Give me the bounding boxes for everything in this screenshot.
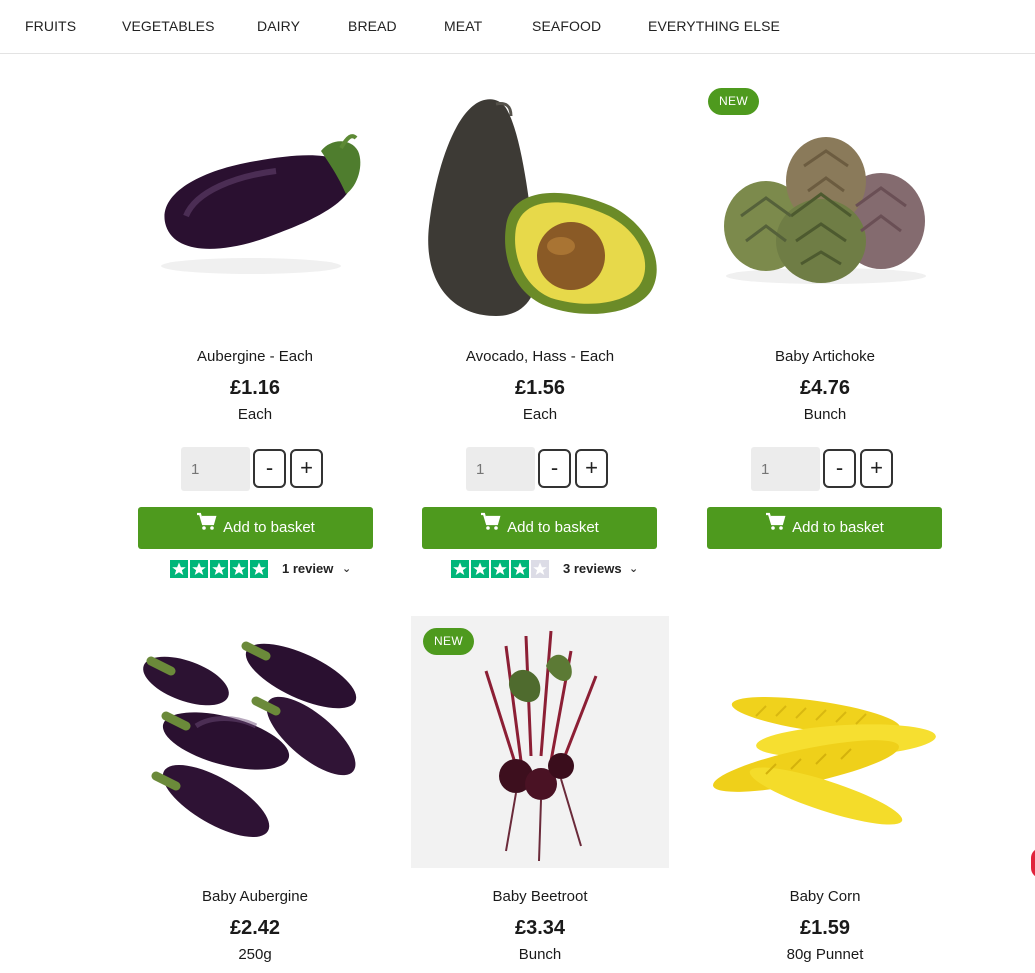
star-icon bbox=[190, 560, 208, 578]
star-icon bbox=[471, 560, 489, 578]
product-name[interactable]: Baby Beetroot bbox=[411, 888, 669, 905]
nav-item-dairy[interactable]: DAIRY bbox=[257, 18, 300, 34]
star-icon bbox=[491, 560, 509, 578]
category-nav: FRUITS VEGETABLES DAIRY BREAD MEAT SEAFO… bbox=[0, 0, 1035, 54]
product-card: NEW Baby Beetroot £3.34 Bunch bbox=[411, 616, 669, 973]
cart-icon bbox=[196, 506, 217, 548]
add-to-basket-button[interactable]: Add to basket bbox=[138, 507, 373, 549]
quantity-input[interactable] bbox=[181, 447, 250, 491]
review-summary[interactable]: 1 review ⌄ bbox=[170, 560, 370, 578]
add-to-basket-label: Add to basket bbox=[792, 519, 884, 536]
product-unit: Each bbox=[522, 406, 558, 423]
increase-quantity-button[interactable]: + bbox=[860, 449, 893, 488]
star-icon bbox=[250, 560, 268, 578]
product-unit: 250g bbox=[238, 946, 272, 963]
star-icon bbox=[511, 560, 529, 578]
quantity-input[interactable] bbox=[466, 447, 535, 491]
increase-quantity-button[interactable]: + bbox=[290, 449, 323, 488]
floating-widget-button[interactable] bbox=[1031, 848, 1035, 878]
product-card: NEW Baby Artichoke £4.76 Bunch - + Add t… bbox=[696, 76, 954, 586]
nav-item-meat[interactable]: MEAT bbox=[444, 18, 482, 34]
review-count[interactable]: 1 review bbox=[282, 561, 333, 576]
star-icon bbox=[451, 560, 469, 578]
product-image-baby-beetroot[interactable]: NEW bbox=[411, 616, 669, 868]
product-price: £2.42 bbox=[229, 917, 281, 939]
product-card: Baby Corn £1.59 80g Punnet bbox=[696, 616, 954, 973]
nav-item-bread[interactable]: BREAD bbox=[348, 18, 397, 34]
cart-icon bbox=[765, 506, 786, 548]
product-price: £4.76 bbox=[799, 377, 851, 399]
product-unit: Each bbox=[237, 406, 273, 423]
increase-quantity-button[interactable]: + bbox=[575, 449, 608, 488]
chevron-down-icon[interactable]: ⌄ bbox=[342, 562, 351, 575]
chevron-down-icon[interactable]: ⌄ bbox=[629, 562, 638, 575]
product-name[interactable]: Baby Corn bbox=[696, 888, 954, 905]
nav-item-fruits[interactable]: FRUITS bbox=[25, 18, 76, 34]
product-name[interactable]: Baby Aubergine bbox=[126, 888, 384, 905]
product-image-baby-corn[interactable] bbox=[696, 616, 954, 868]
add-to-basket-label: Add to basket bbox=[223, 519, 315, 536]
product-price: £1.16 bbox=[229, 377, 281, 399]
star-icon bbox=[210, 560, 228, 578]
add-to-basket-button[interactable]: Add to basket bbox=[422, 507, 657, 549]
quantity-input[interactable] bbox=[751, 447, 820, 491]
decrease-quantity-button[interactable]: - bbox=[823, 449, 856, 488]
product-card: Avocado, Hass - Each £1.56 Each - + Add … bbox=[411, 76, 669, 586]
product-image-aubergine[interactable] bbox=[126, 76, 384, 328]
decrease-quantity-button[interactable]: - bbox=[253, 449, 286, 488]
product-card: Baby Aubergine £2.42 250g bbox=[126, 616, 384, 973]
product-unit: Bunch bbox=[518, 946, 562, 963]
product-name[interactable]: Aubergine - Each bbox=[126, 348, 384, 365]
star-icon bbox=[531, 560, 549, 578]
product-unit: 80g Punnet bbox=[786, 946, 864, 963]
new-badge: NEW bbox=[423, 628, 474, 655]
cart-icon bbox=[480, 506, 501, 548]
star-icon bbox=[170, 560, 188, 578]
nav-item-everything-else[interactable]: EVERYTHING ELSE bbox=[648, 18, 780, 34]
review-summary[interactable]: 3 reviews ⌄ bbox=[451, 560, 651, 578]
product-card: Aubergine - Each £1.16 Each - + Add to b… bbox=[126, 76, 384, 586]
add-to-basket-button[interactable]: Add to basket bbox=[707, 507, 942, 549]
product-image-avocado[interactable] bbox=[411, 76, 669, 328]
nav-item-vegetables[interactable]: VEGETABLES bbox=[122, 18, 215, 34]
product-unit: Bunch bbox=[803, 406, 847, 423]
product-image-baby-aubergine[interactable] bbox=[126, 616, 384, 868]
new-badge: NEW bbox=[708, 88, 759, 115]
star-icon bbox=[230, 560, 248, 578]
product-price: £1.59 bbox=[799, 917, 851, 939]
nav-item-seafood[interactable]: SEAFOOD bbox=[532, 18, 601, 34]
add-to-basket-label: Add to basket bbox=[507, 519, 599, 536]
product-name[interactable]: Avocado, Hass - Each bbox=[411, 348, 669, 365]
product-image-baby-artichoke[interactable]: NEW bbox=[696, 76, 954, 328]
product-price: £3.34 bbox=[514, 917, 566, 939]
product-name[interactable]: Baby Artichoke bbox=[696, 348, 954, 365]
review-count[interactable]: 3 reviews bbox=[563, 561, 622, 576]
decrease-quantity-button[interactable]: - bbox=[538, 449, 571, 488]
product-price: £1.56 bbox=[514, 377, 566, 399]
